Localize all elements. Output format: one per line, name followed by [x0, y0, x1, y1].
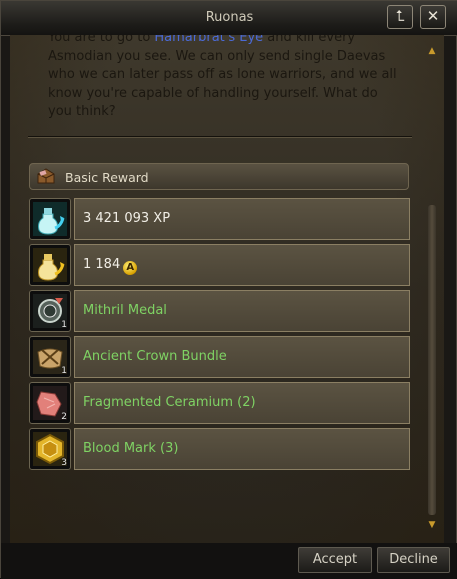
dialog-line-2: Asmodian you see. We can only send singl…: [48, 48, 386, 64]
blood-mark-icon[interactable]: 3: [29, 428, 71, 470]
location-link[interactable]: Hamarbrat's Eye: [154, 35, 263, 45]
reward-item-abyss-points[interactable]: 1 184 A: [29, 244, 410, 286]
crown-bundle-icon[interactable]: 1: [29, 336, 71, 378]
scroll-down-icon[interactable]: ▼: [427, 521, 437, 530]
abyss-point-icon: A: [123, 261, 138, 275]
reward-item-fragmented-ceramium[interactable]: 2 Fragmented Ceramium (2): [29, 382, 410, 424]
reward-label: Blood Mark (3): [83, 441, 179, 456]
reward-item-mithril-medal[interactable]: 1 Mithril Medal: [29, 290, 410, 332]
close-icon: ✕: [426, 7, 440, 25]
accept-button[interactable]: Accept: [298, 547, 372, 573]
reward-header-label: Basic Reward: [65, 170, 149, 185]
dialog-line-1: You are to go to Hamarbrat's Eye and kil…: [48, 35, 408, 48]
reward-cell: Blood Mark (3): [74, 428, 410, 470]
divider: [28, 136, 412, 137]
reward-item-xp[interactable]: 3 421 093 XP: [29, 198, 410, 240]
reward-cell: Ancient Crown Bundle: [74, 336, 410, 378]
reward-label: Mithril Medal: [83, 303, 167, 318]
treasure-chest-icon: [37, 168, 55, 184]
quest-dialog-text: You are to go to Hamarbrat's Eye and kil…: [48, 35, 408, 122]
reward-item-blood-mark[interactable]: 3 Blood Mark (3): [29, 428, 410, 470]
ceramium-icon[interactable]: 2: [29, 382, 71, 424]
scroll-thumb[interactable]: [428, 205, 436, 515]
restore-icon: ⮤: [395, 7, 405, 25]
reward-item-ancient-crown-bundle[interactable]: 1 Ancient Crown Bundle: [29, 336, 410, 378]
reward-label: 3 421 093 XP: [83, 211, 171, 226]
item-quantity: 1: [61, 320, 67, 330]
decline-button[interactable]: Decline: [377, 547, 450, 573]
reward-cell: Mithril Medal: [74, 290, 410, 332]
scroll-up-icon[interactable]: ▲: [427, 47, 437, 56]
title-bar[interactable]: Ruonas ⮤ ✕: [1, 1, 457, 36]
mithril-medal-icon[interactable]: 1: [29, 290, 71, 332]
reward-cell: Fragmented Ceramium (2): [74, 382, 410, 424]
reward-label: 1 184: [83, 257, 121, 272]
restore-button[interactable]: ⮤: [387, 5, 413, 29]
close-button[interactable]: ✕: [420, 5, 446, 29]
exp-potion-icon[interactable]: [29, 198, 71, 240]
reward-cell: 3 421 093 XP: [74, 198, 410, 240]
dialog-button-bar: Accept Decline: [1, 543, 457, 579]
item-quantity: 3: [61, 458, 67, 468]
item-quantity: 2: [61, 412, 67, 422]
reward-label: Ancient Crown Bundle: [83, 349, 227, 364]
quest-content-panel: You are to go to Hamarbrat's Eye and kil…: [10, 35, 444, 543]
item-quantity: 1: [61, 366, 67, 376]
abyss-potion-icon[interactable]: [29, 244, 71, 286]
scrollbar[interactable]: ▲ ▼: [427, 47, 437, 533]
dialog-line-3: who we can later pass off as lone warrio…: [48, 67, 397, 82]
basic-reward-header: Basic Reward: [29, 163, 409, 190]
quest-dialog-window: Ruonas ⮤ ✕ You are to go to Hamarbrat's …: [0, 0, 457, 579]
dialog-line-4: know you're capable of handling yourself…: [48, 85, 378, 101]
reward-cell: 1 184 A: [74, 244, 410, 286]
reward-label: Fragmented Ceramium (2): [83, 395, 256, 410]
dialog-line-5: you think?: [48, 104, 116, 119]
